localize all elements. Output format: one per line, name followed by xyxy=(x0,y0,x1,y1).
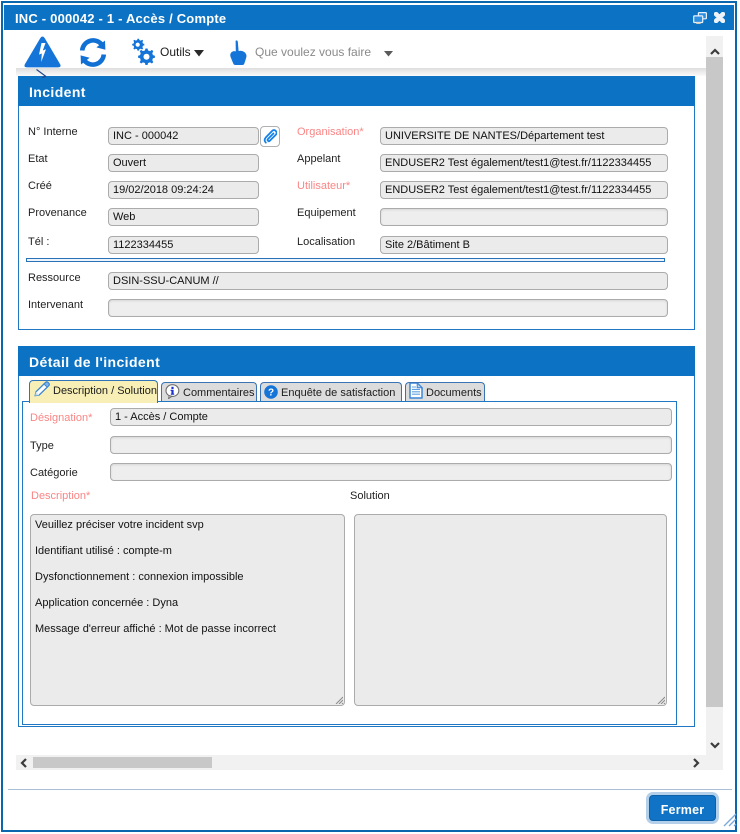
svg-text:?: ? xyxy=(268,388,274,399)
